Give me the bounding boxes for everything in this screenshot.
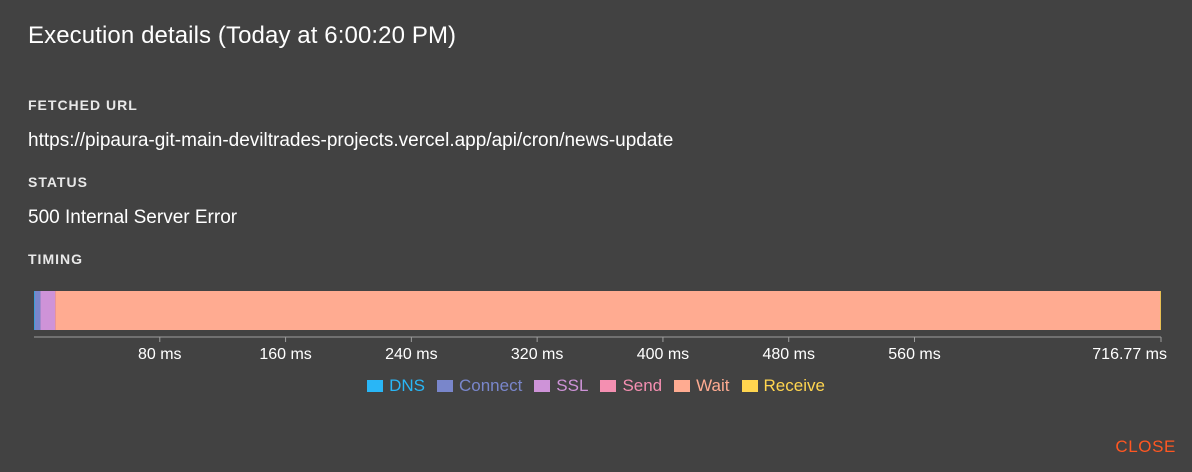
status-label: STATUS [28,174,88,190]
legend-label: Receive [763,376,825,395]
legend-item-wait: Wait [674,376,730,396]
tick-label: 480 ms [762,346,814,363]
timing-segment-connect [34,291,41,330]
fetched-url-label: FETCHED URL [28,97,138,113]
legend-item-dns: DNS [367,376,425,396]
fetched-url-value: https://pipaura-git-main-deviltrades-pro… [28,130,674,151]
legend-item-ssl: SSL [534,376,588,396]
close-button[interactable]: CLOSE [1115,437,1176,457]
tick-label: 240 ms [385,346,437,363]
timing-segment-receive [1160,291,1161,330]
legend-label: SSL [556,376,589,395]
legend-swatch [436,380,453,392]
timing-chart: 80 ms 160 ms 240 ms 320 ms 400 ms 480 ms 560 m… [34,291,1167,363]
tick-label: 160 ms [259,346,311,363]
timing-segment-ssl [40,291,56,330]
legend-item-receive: Receive [741,376,825,396]
tick-label: 716.77 ms [1092,346,1167,363]
timing-segment-wait [55,291,1161,330]
tick-label: 560 ms [888,346,940,363]
timing-ticks: 80 ms 160 ms 240 ms 320 ms 400 ms 480 ms 560 m… [138,337,1167,363]
legend-swatch [741,380,758,392]
legend-swatch [674,380,691,392]
timing-legend: DNS Connect SSL Send Wait Receive [0,376,1192,396]
timing-segment-dns [34,291,35,330]
legend-label: Send [622,376,663,395]
legend-label: DNS [389,376,425,395]
tick-label: 80 ms [138,346,182,363]
legend-item-connect: Connect [436,376,523,396]
dialog-title: Execution details (Today at 6:00:20 PM) [28,22,457,49]
tick-label: 400 ms [637,346,689,363]
status-value: 500 Internal Server Error [28,207,238,228]
legend-swatch [600,380,617,392]
legend-swatch [367,380,384,392]
legend-label: Wait [696,376,730,395]
tick-label: 320 ms [511,346,563,363]
legend-swatch [534,380,551,392]
legend-item-send: Send [600,376,662,396]
timing-bar [34,291,1161,330]
legend-label: Connect [458,376,523,395]
timing-label: TIMING [28,251,83,267]
